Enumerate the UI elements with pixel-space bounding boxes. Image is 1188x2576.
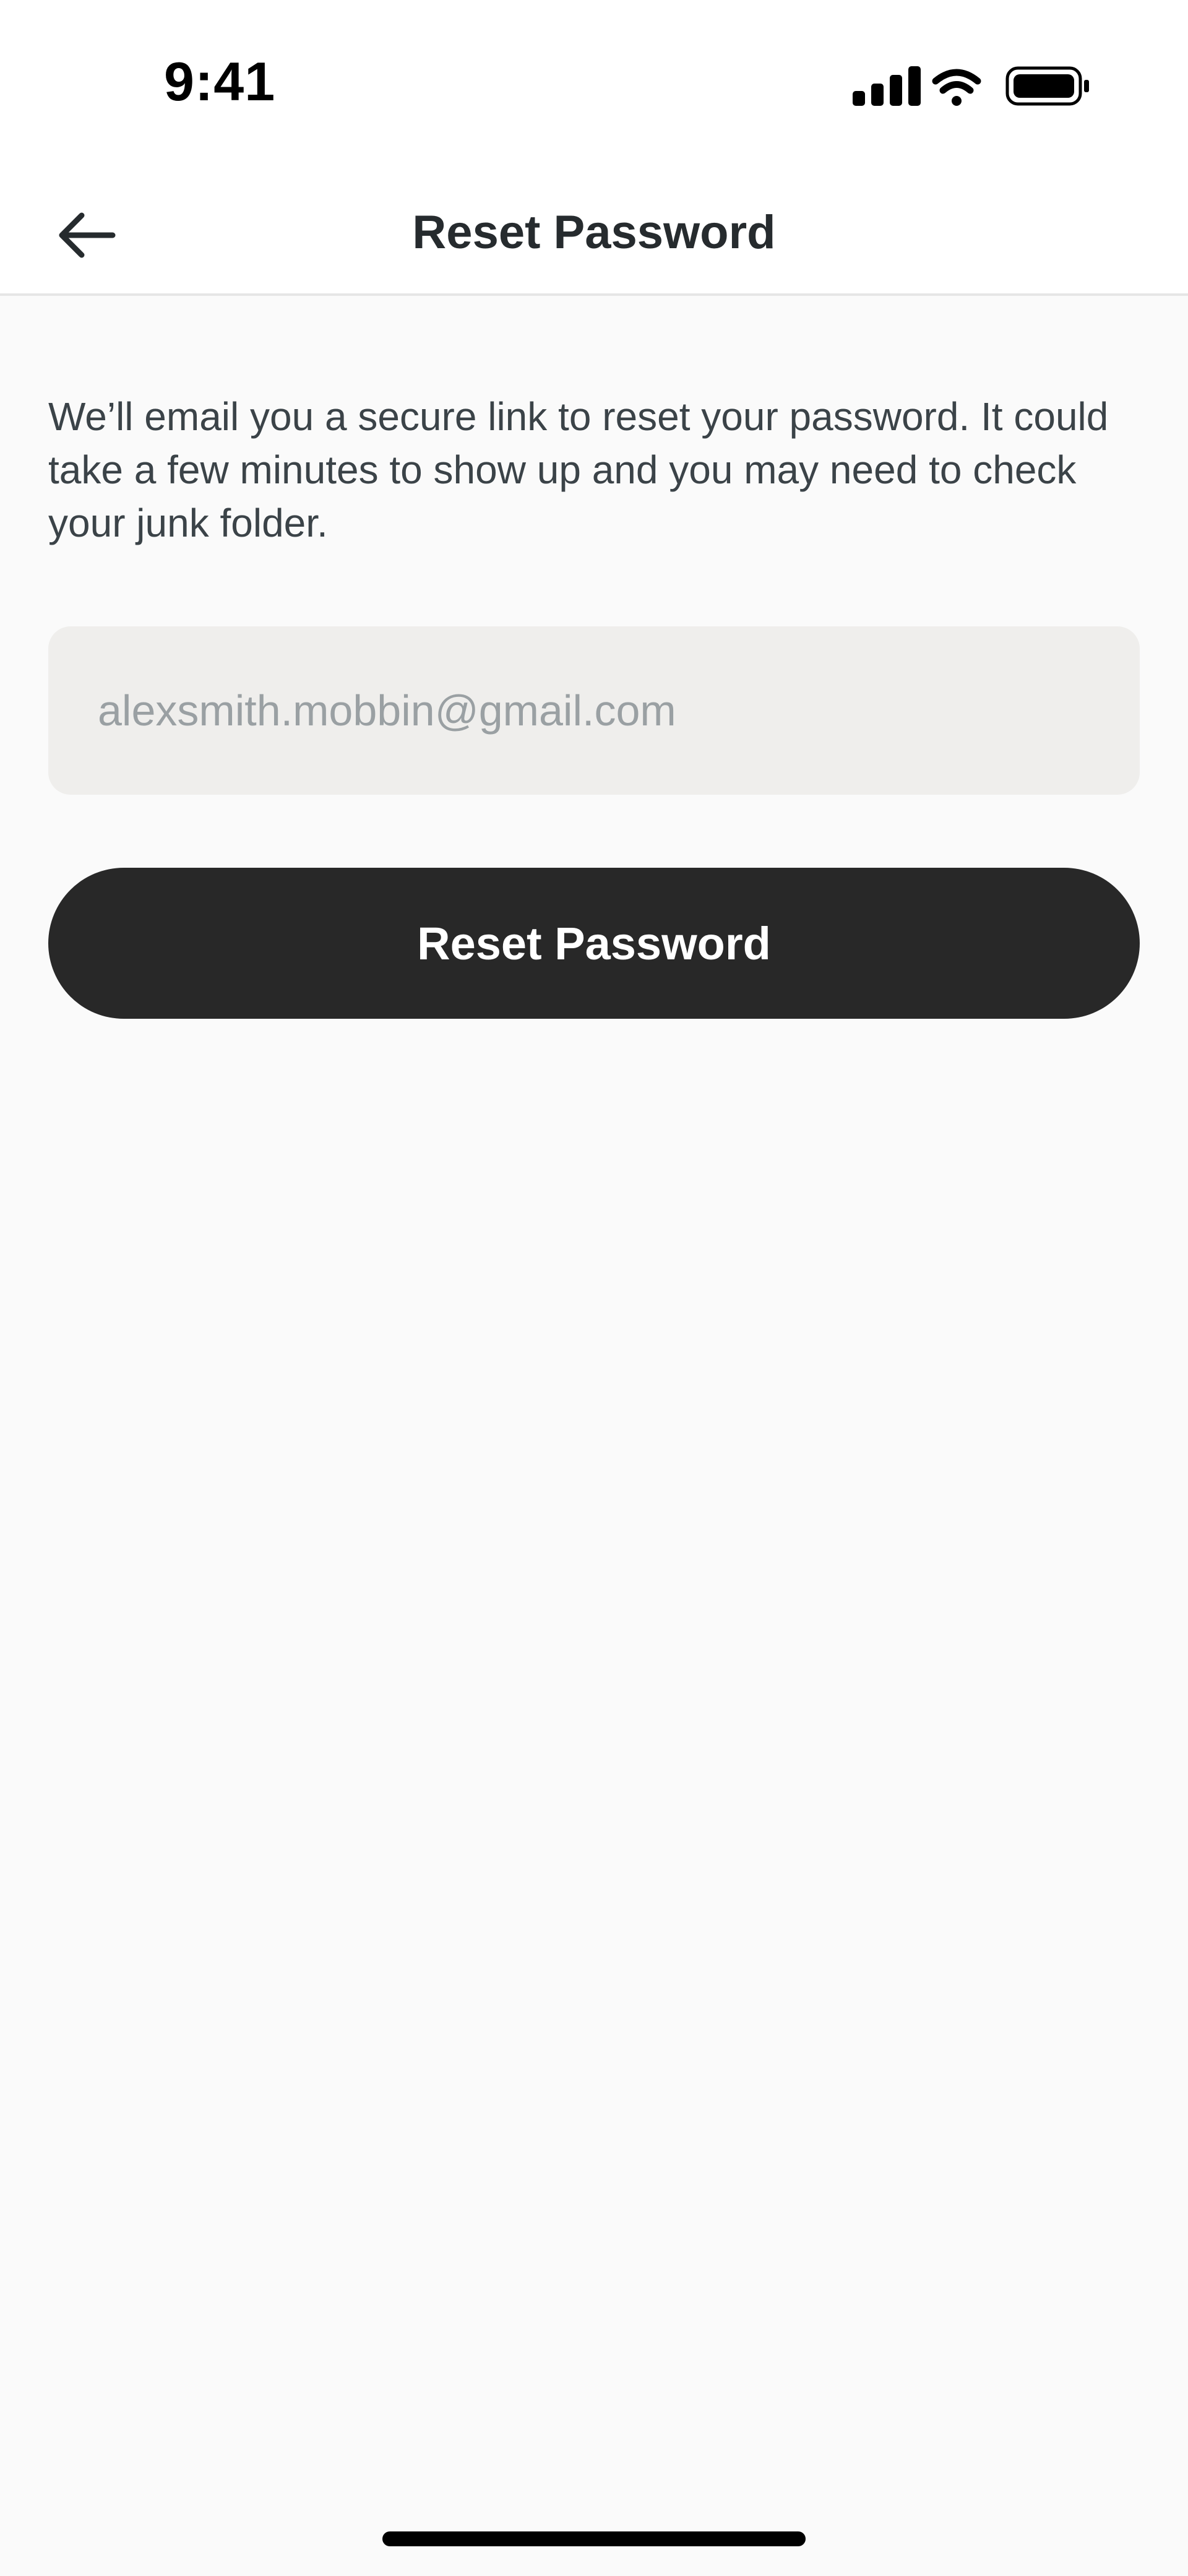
- email-input[interactable]: [97, 685, 1091, 736]
- battery-icon: [1005, 66, 1089, 106]
- status-icons: [853, 66, 1089, 106]
- reset-password-button-label: Reset Password: [417, 917, 771, 969]
- reset-password-button[interactable]: Reset Password: [48, 868, 1140, 1019]
- email-field[interactable]: [48, 626, 1140, 795]
- navigation-bar: Reset Password: [0, 161, 1188, 296]
- signal-icon: [853, 66, 921, 106]
- home-indicator: [382, 2531, 806, 2546]
- status-time: 9:41: [164, 51, 276, 112]
- wifi-icon: [932, 69, 981, 106]
- status-bar: 9:41: [0, 0, 1188, 161]
- page-title: Reset Password: [412, 206, 776, 259]
- instructions-text: We’ll email you a secure link to reset y…: [48, 394, 1109, 545]
